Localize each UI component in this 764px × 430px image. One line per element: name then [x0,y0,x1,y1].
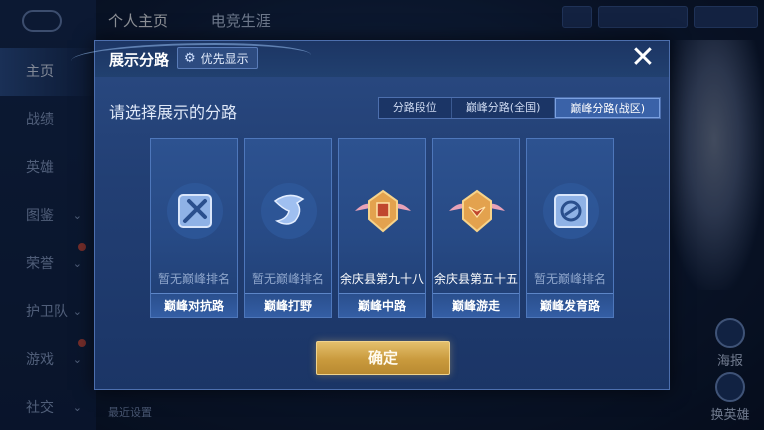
tab-peak-national[interactable]: 巅峰分路(全国) [452,98,556,118]
select-lane-prompt: 请选择展示的分路 [109,103,238,122]
close-button[interactable]: ✕ [627,43,659,73]
lane-card-bottom[interactable]: 暂无巅峰排名 巅峰发育路 [526,138,614,318]
priority-display-button[interactable]: ⚙ 优先显示 [177,47,258,69]
lane-card-jungle[interactable]: 暂无巅峰排名 巅峰打野 [244,138,332,318]
archer-target-icon [543,183,599,239]
rank-text: 暂无巅峰排名 [157,272,230,286]
role-label: 巅峰打野 [245,293,331,317]
rank-text: 余庆县第五十五 [433,272,518,286]
role-label: 巅峰游走 [433,293,519,317]
sword-shield-icon [167,183,223,239]
dragon-icon [261,183,317,239]
dialog-header: 展示分路 ⚙ 优先显示 ✕ [71,41,669,77]
gold-winged-emblem-icon [449,189,505,233]
lane-type-tabs: 分路段位 巅峰分路(全国) 巅峰分路(战区) [377,97,661,119]
confirm-button[interactable]: 确定 [316,341,450,375]
lane-card-top[interactable]: 暂无巅峰排名 巅峰对抗路 [150,138,238,318]
tab-lane-tier[interactable]: 分路段位 [379,98,452,118]
role-label: 巅峰对抗路 [151,293,237,317]
lane-card-roam[interactable]: 余庆县第五十五 巅峰游走 [432,138,520,318]
tab-peak-region[interactable]: 巅峰分路(战区) [555,98,660,118]
rank-text: 暂无巅峰排名 [251,272,324,286]
dialog-title: 展示分路 [109,51,170,69]
gear-icon: ⚙ [184,50,196,66]
role-label: 巅峰中路 [339,293,425,317]
lane-card-mid[interactable]: 余庆县第九十八 巅峰中路 [338,138,426,318]
gold-winged-emblem-icon [355,189,411,233]
rank-text: 暂无巅峰排名 [533,272,606,286]
role-label: 巅峰发育路 [527,293,613,317]
lane-display-dialog: 展示分路 ⚙ 优先显示 ✕ 请选择展示的分路 分路段位 巅峰分路(全国) 巅峰分… [71,40,670,390]
lane-cards: 暂无巅峰排名 巅峰对抗路 暂无巅峰排名 巅峰打野 余庆县第九十八 巅峰中路 余庆… [150,138,646,318]
rank-text: 余庆县第九十八 [339,272,424,286]
